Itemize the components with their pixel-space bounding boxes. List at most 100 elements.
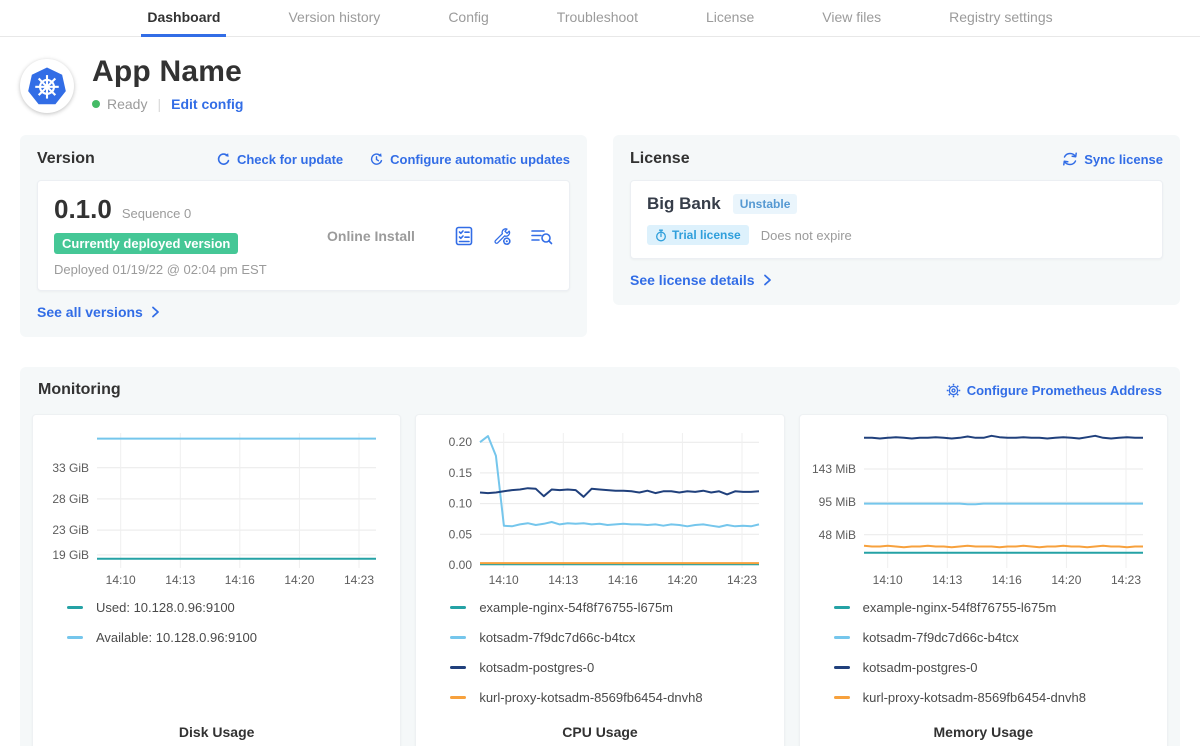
svg-text:23 GiB: 23 GiB [52, 523, 89, 537]
legend-color-dash [834, 636, 850, 639]
check-for-update-button[interactable]: Check for update [216, 152, 343, 167]
monitoring-title: Monitoring [38, 381, 121, 399]
deployed-timestamp: Deployed 01/19/22 @ 02:04 pm EST [54, 262, 289, 277]
deploy-logs-icon[interactable] [529, 225, 553, 247]
svg-text:0.15: 0.15 [449, 466, 473, 480]
gear-icon [946, 383, 961, 398]
version-card-title: Version [37, 150, 95, 168]
app-header: App Name Ready | Edit config [20, 55, 1180, 113]
svg-text:14:16: 14:16 [225, 573, 255, 587]
legend-color-dash [67, 606, 83, 609]
svg-text:95 MiB: 95 MiB [818, 495, 855, 509]
current-version-box: 0.1.0 Sequence 0 Currently deployed vers… [37, 180, 570, 291]
legend-label: Available: 10.128.0.96:9100 [96, 630, 257, 645]
memory-usage-chart: 48 MiB95 MiB143 MiB14:1014:1314:1614:201… [808, 425, 1153, 590]
memory-usage-chart-card: 48 MiB95 MiB143 MiB14:1014:1314:1614:201… [799, 414, 1168, 746]
svg-text:14:23: 14:23 [1111, 573, 1141, 587]
version-number: 0.1.0 [54, 194, 112, 225]
license-card: License Sync license Big Bank Unstable T… [613, 135, 1180, 305]
edit-config-link[interactable]: Edit config [171, 96, 243, 112]
svg-text:14:10: 14:10 [489, 573, 519, 587]
svg-text:14:20: 14:20 [284, 573, 314, 587]
top-navigation: Dashboard Version history Config Troublesho… [0, 0, 1200, 37]
tab-license[interactable]: License [700, 0, 760, 37]
legend-item: kotsadm-postgres-0 [834, 660, 1159, 675]
tab-troubleshoot[interactable]: Troubleshoot [551, 0, 644, 37]
chevron-right-icon [149, 306, 161, 318]
chart-legend: Used: 10.128.0.96:9100 Available: 10.128.… [41, 600, 392, 645]
chart-title: Disk Usage [41, 724, 392, 742]
expiration-text: Does not expire [761, 228, 852, 243]
legend-color-dash [67, 636, 83, 639]
legend-label: kotsadm-7f9dc7d66c-b4tcx [863, 630, 1019, 645]
legend-label: kurl-proxy-kotsadm-8569fb6454-dnvh8 [479, 690, 702, 705]
see-license-details-link[interactable]: See license details [630, 272, 773, 288]
svg-text:48 MiB: 48 MiB [818, 528, 855, 542]
divider: | [157, 96, 161, 112]
tab-version-history[interactable]: Version history [282, 0, 386, 37]
legend-color-dash [450, 666, 466, 669]
legend-item: kotsadm-7f9dc7d66c-b4tcx [834, 630, 1159, 645]
svg-text:0.05: 0.05 [449, 527, 473, 541]
install-type-label: Online Install [327, 228, 415, 244]
disk-usage-chart-card: 19 GiB23 GiB28 GiB33 GiB14:1014:1314:161… [32, 414, 401, 746]
chevron-right-icon [761, 274, 773, 286]
refresh-icon [216, 152, 231, 167]
tab-config[interactable]: Config [442, 0, 494, 37]
legend-item: example-nginx-54f8f76755-l675m [834, 600, 1159, 615]
svg-text:0.20: 0.20 [449, 435, 473, 449]
legend-item: kotsadm-postgres-0 [450, 660, 775, 675]
svg-text:14:23: 14:23 [344, 573, 374, 587]
deployed-version-badge: Currently deployed version [54, 233, 238, 254]
version-sequence: Sequence 0 [122, 206, 191, 221]
customer-name: Big Bank [647, 194, 721, 214]
trial-license-badge: Trial license [647, 225, 749, 245]
preflight-checks-icon[interactable] [453, 225, 475, 247]
chart-legend: example-nginx-54f8f76755-l675m kotsadm-7f… [808, 600, 1159, 705]
legend-label: kotsadm-7f9dc7d66c-b4tcx [479, 630, 635, 645]
svg-text:143 MiB: 143 MiB [812, 462, 856, 476]
cpu-usage-chart: 0.00 0.05 0.10 0.15 0.20 14:10 14:13 14:16 14:20… [424, 425, 769, 590]
legend-color-dash [834, 696, 850, 699]
svg-text:14:20: 14:20 [1051, 573, 1081, 587]
legend-color-dash [450, 606, 466, 609]
svg-text:14:10: 14:10 [106, 573, 136, 587]
legend-item: Available: 10.128.0.96:9100 [67, 630, 392, 645]
stopwatch-icon [655, 229, 667, 242]
tab-registry-settings[interactable]: Registry settings [943, 0, 1058, 37]
svg-text:0.00: 0.00 [449, 558, 473, 572]
config-wrench-icon[interactable] [491, 225, 513, 247]
legend-color-dash [450, 636, 466, 639]
see-all-versions-link[interactable]: See all versions [37, 304, 161, 320]
svg-text:14:13: 14:13 [165, 573, 195, 587]
status-text: Ready [107, 96, 147, 112]
tab-view-files[interactable]: View files [816, 0, 887, 37]
legend-item: kurl-proxy-kotsadm-8569fb6454-dnvh8 [450, 690, 775, 705]
legend-item: kotsadm-7f9dc7d66c-b4tcx [450, 630, 775, 645]
legend-label: Used: 10.128.0.96:9100 [96, 600, 235, 615]
svg-text:14:16: 14:16 [608, 573, 638, 587]
cpu-usage-chart-card: 0.00 0.05 0.10 0.15 0.20 14:10 14:13 14:16 14:20… [415, 414, 784, 746]
svg-text:14:13: 14:13 [932, 573, 962, 587]
configure-automatic-updates-button[interactable]: Configure automatic updates [369, 152, 570, 167]
sync-arrows-icon [1062, 152, 1078, 166]
chart-title: CPU Usage [424, 724, 775, 742]
legend-item: kurl-proxy-kotsadm-8569fb6454-dnvh8 [834, 690, 1159, 705]
legend-label: example-nginx-54f8f76755-l675m [863, 600, 1057, 615]
svg-text:33 GiB: 33 GiB [52, 461, 89, 475]
svg-text:0.10: 0.10 [449, 497, 473, 511]
legend-label: kotsadm-postgres-0 [863, 660, 978, 675]
license-info-box: Big Bank Unstable Trial license Does not… [630, 180, 1163, 259]
chart-legend: example-nginx-54f8f76755-l675mkotsadm-7f… [424, 600, 775, 705]
svg-text:14:10: 14:10 [872, 573, 902, 587]
sync-license-button[interactable]: Sync license [1062, 152, 1163, 167]
svg-text:14:20: 14:20 [668, 573, 698, 587]
license-card-title: License [630, 150, 690, 168]
svg-text:19 GiB: 19 GiB [52, 548, 89, 562]
tab-dashboard[interactable]: Dashboard [141, 0, 226, 37]
legend-color-dash [834, 666, 850, 669]
svg-text:14:13: 14:13 [549, 573, 579, 587]
configure-prometheus-button[interactable]: Configure Prometheus Address [946, 383, 1162, 398]
channel-badge: Unstable [733, 194, 798, 214]
monitoring-section: Monitoring Configure Prometheus Address … [20, 367, 1180, 746]
